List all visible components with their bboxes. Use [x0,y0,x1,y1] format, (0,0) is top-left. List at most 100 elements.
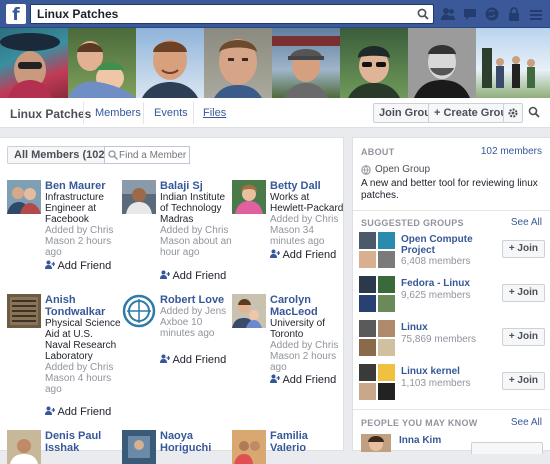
cover-photo[interactable] [476,28,550,98]
member-added-by: Added by Chris Mason 2 hours ago [45,225,114,258]
notifications-icon[interactable] [484,6,500,22]
member-name[interactable]: Robert Love [160,294,236,306]
member-description: University of Toronto [270,318,326,340]
avatar[interactable] [122,430,156,464]
add-friend-label: Add Friend [282,374,337,386]
search-icon[interactable] [417,8,429,20]
member-name[interactable]: Denis Paul Isshak [45,430,121,454]
add-friend-button[interactable]: Add Friend [160,354,226,366]
pymk-see-all-link[interactable]: See All [511,417,542,428]
group-name-link[interactable]: Fedora - Linux [401,278,491,289]
group-name-link[interactable]: Linux kernel [401,366,491,377]
add-friend-label: Add Friend [282,249,337,261]
cover-photo[interactable] [340,28,408,98]
find-member-input[interactable] [119,147,189,163]
add-friend-icon [45,406,56,415]
nav-divider [83,102,84,124]
pymk-person-name[interactable]: Inna Kim [399,435,441,446]
avatar[interactable] [232,430,266,464]
member-added-by: Added by Chris Mason 2 hours ago [270,340,339,373]
add-friend-icon [270,249,281,258]
avatar[interactable] [122,180,156,214]
cover-photo[interactable] [68,28,136,98]
group-search-icon[interactable] [528,106,540,118]
suggested-group: Linux kernel 1,103 members + Join [359,364,545,400]
member-name[interactable]: Naoya Horiguchi [160,430,236,454]
member-name[interactable]: Balaji Sj [160,180,236,192]
add-friend-button[interactable] [471,442,543,454]
add-friend-icon [160,354,171,363]
avatar[interactable] [232,180,266,214]
add-friend-label: Add Friend [172,270,227,282]
group-thumbnails[interactable] [359,364,395,400]
group-privacy: Open Group [361,164,430,175]
avatar[interactable] [7,430,41,464]
messages-icon[interactable] [462,6,478,22]
add-friend-icon [45,260,56,269]
avatar[interactable] [7,294,41,328]
join-button[interactable]: + Join [501,372,545,390]
avatar[interactable] [122,294,156,328]
member-description: Indian Institute of Technology Madras [160,192,226,225]
add-friend-button[interactable]: Add Friend [45,260,111,272]
member-name[interactable]: Betty Dall [270,180,346,192]
add-friend-button[interactable]: Add Friend [45,406,111,418]
group-thumbnails[interactable] [359,276,395,312]
suggested-see-all-link[interactable]: See All [511,217,542,228]
add-friend-label: Add Friend [172,354,227,366]
tab-files[interactable]: Files [203,107,226,119]
cover-photo[interactable] [272,28,340,98]
join-button[interactable]: + Join [501,284,545,302]
about-heading: ABOUT [361,147,395,157]
member-name[interactable]: Carolyn MacLeod [270,294,346,318]
group-thumbnails[interactable] [359,232,395,268]
avatar[interactable] [7,180,41,214]
group-member-count: 9,625 members [401,290,471,301]
tab-members[interactable]: Members [95,107,141,119]
settings-icon[interactable] [528,6,544,22]
suggested-groups-heading: SUGGESTED GROUPS [361,218,464,228]
cover-photo[interactable] [408,28,476,98]
cover-photo[interactable] [204,28,272,98]
privacy-lock-icon[interactable] [506,6,522,22]
suggested-group: Fedora - Linux 9,625 members + Join [359,276,545,312]
group-member-count: 75,869 members [401,334,477,345]
member-name[interactable]: Familia Valerio [270,430,346,454]
avatar[interactable] [361,434,391,452]
group-name-link[interactable]: Linux [401,322,491,333]
group-name[interactable]: Linux Patches [10,107,91,121]
group-name-link[interactable]: Open Compute Project [401,234,491,256]
group-privacy-label: Open Group [375,164,431,175]
top-bar: f [0,0,550,28]
avatar[interactable] [232,294,266,328]
add-friend-button[interactable]: Add Friend [160,270,226,282]
suggested-group: Linux 75,869 members + Join [359,320,545,356]
join-button[interactable]: + Join [501,328,545,346]
member-description: Physical Science Aid at U.S. Naval Resea… [45,318,121,362]
right-sidebar: ABOUT 102 members Open Group A new and b… [352,137,550,454]
search-icon [108,150,118,160]
group-member-count: 1,103 members [401,378,471,389]
find-member-box[interactable] [104,146,190,164]
member-name[interactable]: Ben Maurer [45,180,121,192]
join-button[interactable]: + Join [501,240,545,258]
tab-events[interactable]: Events [154,107,188,119]
facebook-logo-icon[interactable]: f [6,4,26,25]
add-friend-button[interactable]: Add Friend [270,374,336,386]
group-description: A new and better tool for reviewing linu… [361,178,538,201]
group-thumbnails[interactable] [359,320,395,356]
member-description: Works at Hewlett-Packard [270,192,344,214]
nav-divider [193,102,194,124]
add-friend-label: Add Friend [57,406,112,418]
add-friend-button[interactable]: Add Friend [270,249,336,261]
friend-requests-icon[interactable] [440,6,456,22]
people-you-may-know-heading: PEOPLE YOU MAY KNOW [361,418,478,428]
cover-photo[interactable] [0,28,68,98]
divider [353,210,550,211]
settings-button[interactable] [503,103,523,123]
members-count-link[interactable]: 102 members [481,146,542,157]
search-box[interactable] [30,4,434,24]
search-input[interactable] [31,5,411,23]
member-name[interactable]: Anish Tondwalkar [45,294,121,318]
cover-photo[interactable] [136,28,204,98]
